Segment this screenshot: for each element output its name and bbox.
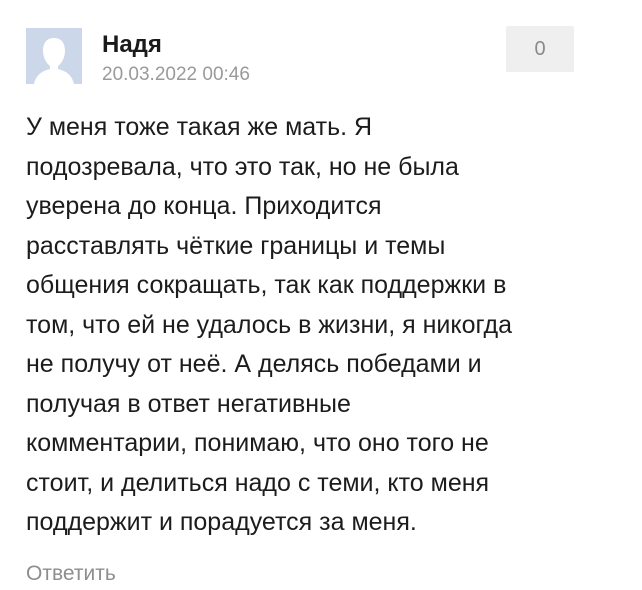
- reply-link[interactable]: Ответить: [26, 561, 116, 587]
- comment-text: У меня тоже такая же мать. Я подозревала…: [26, 108, 606, 543]
- comment-text-line: комментарии, понимаю, что оно того не: [26, 429, 489, 457]
- user-placeholder-icon: [34, 38, 74, 84]
- avatar[interactable]: [26, 28, 82, 84]
- comment-text-line: расставлять чёткие границы и темы: [26, 231, 446, 260]
- comment-date: 20.03.2022 00:46: [102, 64, 250, 85]
- author-name[interactable]: Надя: [102, 31, 162, 59]
- comment-text-line: общения сокращать, так как поддержки в: [26, 271, 507, 299]
- comment-text-line: У меня тоже такая же мать. Я: [26, 113, 373, 141]
- comment-text-line: стоит, и делиться надо с теми, кто меня: [26, 468, 490, 497]
- comment-text-line: не получу от неё. А делясь победами и: [26, 350, 482, 378]
- comment-card: Надя 20.03.2022 00:46 0 У меня тоже така…: [0, 0, 642, 590]
- rating-count: 0: [534, 37, 546, 60]
- comment-text-line: уверена до конца. Приходится: [26, 192, 382, 220]
- comment-text-line: подозревала, что это так, но не была: [26, 152, 459, 181]
- comment-text-line: том, что ей не удалось в жизни, я никогд…: [26, 310, 512, 339]
- comment-text-line: поддержит и порадуется за меня.: [26, 508, 417, 536]
- comment-text-line: получая в ответ негативные: [26, 389, 351, 418]
- rating-button[interactable]: 0: [506, 26, 574, 72]
